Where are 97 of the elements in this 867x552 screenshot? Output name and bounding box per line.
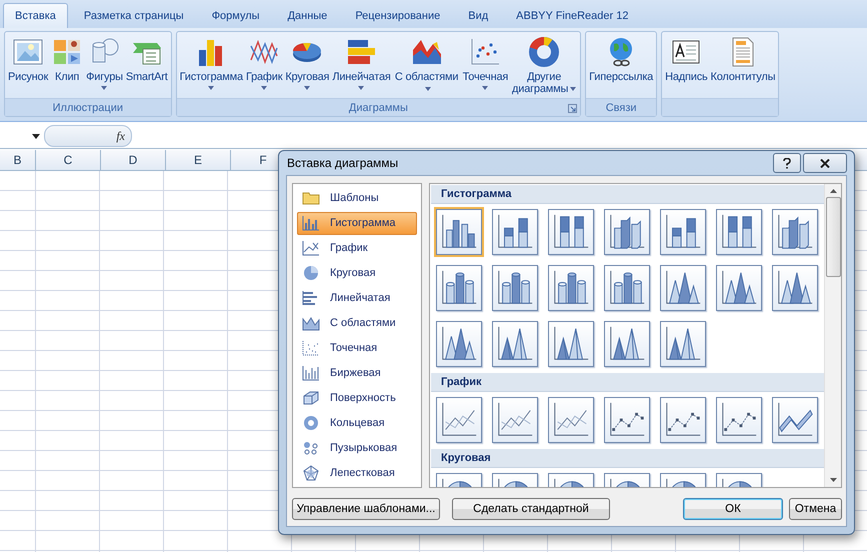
chart-category-item[interactable]: Линейчатая bbox=[297, 286, 417, 310]
help-button[interactable] bbox=[773, 153, 801, 173]
group-title: Диаграммы bbox=[348, 102, 408, 114]
area-chart-icon bbox=[302, 315, 320, 332]
section-heading: Круговая bbox=[431, 449, 824, 468]
ribbon-button[interactable]: Колонтитулы bbox=[710, 34, 776, 83]
ribbon-button[interactable]: С областями bbox=[392, 34, 461, 95]
ribbon-tab[interactable]: Разметка страницы bbox=[72, 3, 196, 28]
chart-category-item[interactable]: Круговая bbox=[297, 262, 417, 285]
donut-chart-icon bbox=[302, 414, 320, 431]
radar-chart-icon bbox=[302, 464, 320, 481]
ribbon-button[interactable]: Круговая bbox=[284, 34, 330, 90]
ribbon-button[interactable]: Точечная bbox=[462, 34, 510, 90]
scrollbar[interactable] bbox=[824, 184, 841, 487]
scroll-up-icon[interactable] bbox=[830, 189, 836, 193]
ribbon-tab[interactable]: Рецензирование bbox=[343, 3, 452, 28]
ribbon-tab[interactable]: ABBYY FineReader 12 bbox=[504, 3, 640, 28]
ribbon-tab[interactable]: Вставка bbox=[3, 3, 68, 28]
help-icon bbox=[783, 158, 791, 168]
chart-type-option[interactable] bbox=[436, 321, 482, 367]
chart-type-option[interactable] bbox=[604, 209, 650, 255]
line-chart-icon bbox=[302, 240, 320, 256]
ribbon-tab[interactable]: Данные bbox=[276, 3, 340, 28]
surface-chart-icon bbox=[302, 390, 320, 406]
chart-type-option[interactable] bbox=[660, 321, 706, 367]
chart-category-item[interactable]: Шаблоны bbox=[297, 187, 417, 210]
chart-category-item[interactable]: График bbox=[297, 236, 417, 260]
bar-chart-icon bbox=[302, 290, 320, 306]
group-title: Связи bbox=[606, 102, 637, 114]
chart-type-option[interactable] bbox=[660, 265, 706, 311]
chart-category-item[interactable]: Гистограмма bbox=[297, 212, 417, 235]
ribbon-button[interactable]: Фигуры bbox=[85, 34, 124, 90]
column-chart-icon bbox=[302, 215, 320, 232]
group-title: Иллюстрации bbox=[52, 102, 123, 114]
chart-type-option[interactable] bbox=[548, 209, 594, 255]
column-header[interactable]: D bbox=[101, 150, 166, 170]
ribbon-button[interactable]: Рисунок bbox=[7, 34, 50, 83]
ribbon-button[interactable]: Гистограмма bbox=[178, 34, 244, 90]
function-label[interactable]: fx bbox=[116, 128, 125, 144]
chart-category-item[interactable]: Поверхность bbox=[297, 386, 417, 410]
chart-type-option[interactable] bbox=[716, 209, 762, 255]
bubble-chart-icon bbox=[302, 440, 320, 456]
chart-type-option[interactable] bbox=[492, 265, 538, 311]
chart-category-item[interactable]: Пузырьковая bbox=[297, 436, 417, 460]
chart-type-option[interactable] bbox=[548, 265, 594, 311]
chart-category-item[interactable]: Кольцевая bbox=[297, 411, 417, 434]
column-header[interactable]: C bbox=[36, 150, 101, 170]
chart-category-item[interactable]: Биржевая bbox=[297, 361, 417, 384]
chart-type-option[interactable] bbox=[492, 397, 538, 443]
column-header[interactable]: B bbox=[0, 150, 36, 170]
scatter-chart-icon bbox=[302, 340, 320, 356]
ribbon-button[interactable]: Гиперссылка bbox=[588, 34, 654, 83]
ribbon-button[interactable]: График bbox=[244, 34, 284, 90]
stock-chart-icon bbox=[302, 364, 320, 381]
chart-type-option[interactable] bbox=[436, 209, 482, 255]
ribbon-tab[interactable]: Формулы bbox=[200, 3, 272, 28]
chart-type-option[interactable] bbox=[492, 321, 538, 367]
chart-type-option[interactable] bbox=[604, 397, 650, 443]
dialog-button[interactable]: Управление шаблонами... bbox=[292, 498, 440, 520]
dialog-button[interactable]: Отмена bbox=[789, 498, 842, 520]
chart-type-option[interactable] bbox=[772, 265, 818, 311]
scroll-down-icon[interactable] bbox=[830, 478, 836, 482]
column-header[interactable]: E bbox=[166, 150, 231, 170]
pie-chart-icon bbox=[302, 265, 320, 282]
close-button[interactable] bbox=[803, 153, 847, 173]
chart-type-option[interactable] bbox=[716, 265, 762, 311]
chart-type-option[interactable] bbox=[436, 397, 482, 443]
chart-type-option[interactable] bbox=[772, 209, 818, 255]
chart-type-option[interactable] bbox=[492, 209, 538, 255]
ribbon-tab[interactable]: Вид bbox=[456, 3, 500, 28]
chart-category-item[interactable]: С областями bbox=[297, 312, 417, 335]
chart-type-option[interactable] bbox=[604, 265, 650, 311]
ribbon-button[interactable]: Линейчатая bbox=[331, 34, 392, 90]
chart-type-option[interactable] bbox=[716, 397, 762, 443]
close-icon bbox=[820, 158, 830, 168]
chart-category-item[interactable]: Лепестковая bbox=[297, 461, 417, 484]
section-heading: Гистограмма bbox=[431, 185, 824, 204]
chart-type-option[interactable] bbox=[548, 321, 594, 367]
scroll-thumb[interactable] bbox=[826, 197, 840, 277]
ribbon-button[interactable]: Надпись bbox=[664, 34, 709, 83]
chart-category-item[interactable]: Точечная bbox=[297, 336, 417, 360]
dialog-button[interactable]: Сделать стандартной bbox=[452, 498, 610, 520]
donut-chart-icon bbox=[528, 36, 560, 68]
ribbon-button[interactable]: Клип bbox=[50, 34, 84, 83]
section-heading: График bbox=[431, 373, 824, 392]
folder-icon bbox=[302, 190, 320, 206]
dialog-launcher-icon[interactable] bbox=[568, 104, 578, 113]
ribbon-button[interactable]: Другие диаграммы bbox=[510, 34, 578, 95]
chart-type-option[interactable] bbox=[772, 397, 818, 443]
chart-type-option[interactable] bbox=[660, 397, 706, 443]
dialog-button[interactable]: ОК bbox=[683, 498, 783, 520]
chart-type-option[interactable] bbox=[548, 397, 594, 443]
ribbon-button[interactable]: SmartArt bbox=[124, 34, 169, 83]
dropdown-caret-icon[interactable] bbox=[32, 134, 40, 138]
chart-type-option[interactable] bbox=[604, 321, 650, 367]
chart-type-option[interactable] bbox=[436, 265, 482, 311]
chart-type-option[interactable] bbox=[660, 209, 706, 255]
